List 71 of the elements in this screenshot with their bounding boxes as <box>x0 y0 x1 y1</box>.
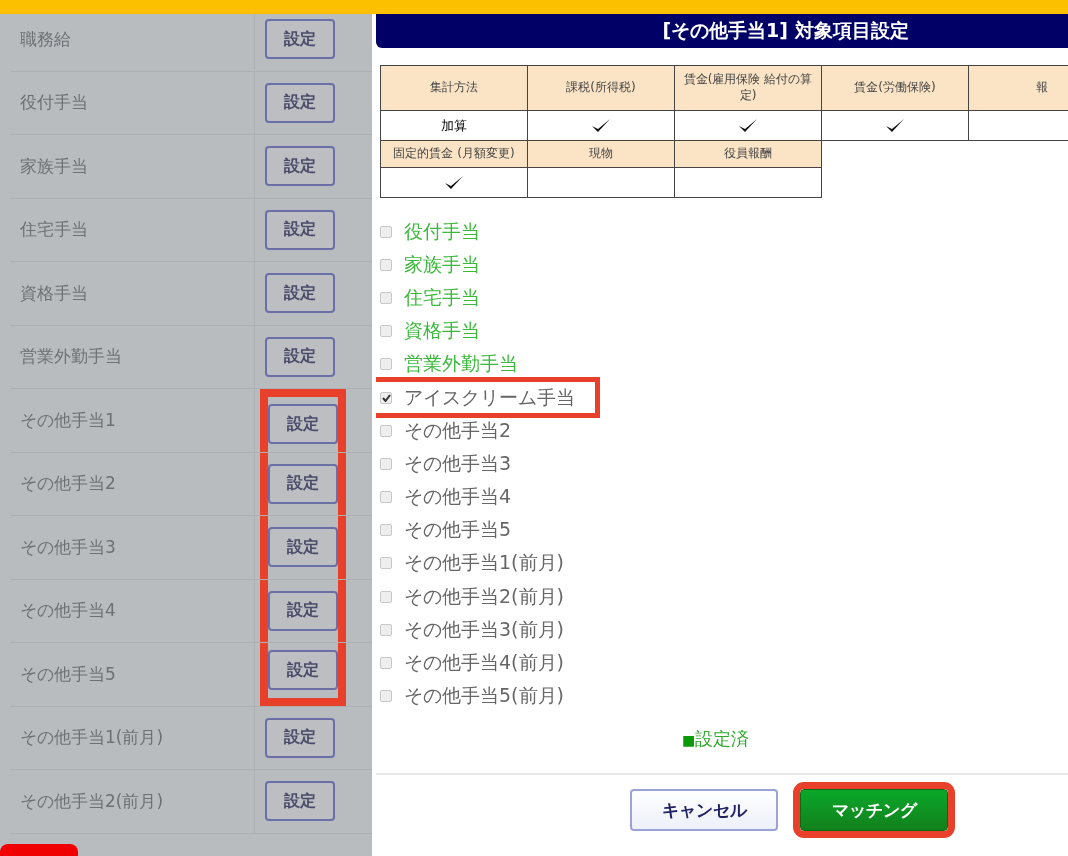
settings-button[interactable]: 設定 <box>265 82 335 123</box>
table-header: 報 <box>968 65 1068 111</box>
checkbox[interactable] <box>380 690 392 703</box>
table-header: 集計方法 <box>380 65 528 111</box>
settings-button[interactable]: 設定 <box>268 590 338 631</box>
allowance-name: 家族手当 <box>10 135 255 198</box>
allowance-name: その他手当2 <box>10 452 255 515</box>
legend-marker: ■ <box>681 732 696 748</box>
table-header: 賃金(労働保険) <box>821 65 969 111</box>
item-label: その他手当3 <box>404 450 512 476</box>
item-label: 資格手当 <box>404 318 480 344</box>
settings-button[interactable]: 設定 <box>265 146 335 187</box>
item-label: その他手当2(前月) <box>404 583 564 609</box>
allowance-name: 資格手当 <box>10 262 255 325</box>
item-label: その他手当5 <box>404 517 512 543</box>
item-label: その他手当1(前月) <box>404 550 564 576</box>
item-label: 家族手当 <box>404 251 480 277</box>
allowance-name: その他手当5 <box>10 643 255 706</box>
settings-button[interactable]: 設定 <box>268 527 338 568</box>
table-header: 現物 <box>527 140 675 168</box>
table-header: 役員報酬 <box>674 140 822 168</box>
item-label: その他手当5(前月) <box>404 683 564 709</box>
table-header: 課税(所得税) <box>527 65 675 111</box>
item-label: 役付手当 <box>404 218 480 244</box>
checkbox[interactable] <box>380 590 392 603</box>
checkbox[interactable] <box>380 457 392 470</box>
settings-button[interactable]: 設定 <box>265 336 335 377</box>
item-label: その他手当4 <box>404 484 512 510</box>
checkbox[interactable] <box>380 325 392 338</box>
checkbox[interactable] <box>380 623 392 636</box>
dialog-title: [その他手当1] 対象項目設定 <box>376 12 1068 48</box>
settings-button[interactable]: 設定 <box>265 717 335 758</box>
item-label: その他手当2 <box>404 417 512 443</box>
checkbox[interactable] <box>380 657 392 670</box>
checkbox[interactable] <box>380 424 392 437</box>
table-header: 固定的賃金 (月額変更) <box>380 140 528 168</box>
settings-button[interactable]: 設定 <box>265 19 335 60</box>
checkmark-icon <box>738 117 758 134</box>
allowance-name: 住宅手当 <box>10 198 255 261</box>
checkmark-icon <box>885 117 905 134</box>
checkbox[interactable] <box>380 491 392 504</box>
settings-button[interactable]: 設定 <box>268 650 338 691</box>
checkbox[interactable] <box>380 291 392 304</box>
item-label: 住宅手当 <box>404 284 480 310</box>
allowance-name: 営業外勤手当 <box>10 325 255 388</box>
checkbox[interactable] <box>380 524 392 537</box>
checkbox[interactable] <box>380 258 392 271</box>
allowance-name: その他手当4 <box>10 579 255 642</box>
item-label: アイスクリーム手当 <box>404 384 575 410</box>
settings-button[interactable]: 設定 <box>265 273 335 314</box>
checkbox[interactable] <box>380 225 392 238</box>
allowance-name: その他手当1(前月) <box>10 706 255 769</box>
allowance-name: その他手当1 <box>10 389 255 452</box>
settings-button[interactable]: 設定 <box>265 781 335 822</box>
checkmark-icon <box>591 117 611 134</box>
allowance-name: その他手当2(前月) <box>10 770 255 833</box>
checkbox[interactable] <box>380 358 392 371</box>
allowance-name: 役付手当 <box>10 71 255 134</box>
legend-label: 設定済 <box>695 728 750 749</box>
item-label: その他手当3(前月) <box>404 616 564 642</box>
checkbox[interactable] <box>380 557 392 570</box>
checkmark-icon <box>444 174 464 191</box>
allowance-name: その他手当3 <box>10 516 255 579</box>
settings-button[interactable]: 設定 <box>268 463 338 504</box>
settings-button[interactable]: 設定 <box>265 209 335 250</box>
checkbox[interactable] <box>380 391 392 404</box>
cancel-button[interactable]: キャンセル <box>630 789 778 831</box>
settings-button[interactable]: 設定 <box>268 404 338 445</box>
table-header: 賃金(雇用保険 給付の算定) <box>674 65 822 111</box>
item-label: 営業外勤手当 <box>404 351 518 377</box>
item-label: その他手当4(前月) <box>404 650 564 676</box>
